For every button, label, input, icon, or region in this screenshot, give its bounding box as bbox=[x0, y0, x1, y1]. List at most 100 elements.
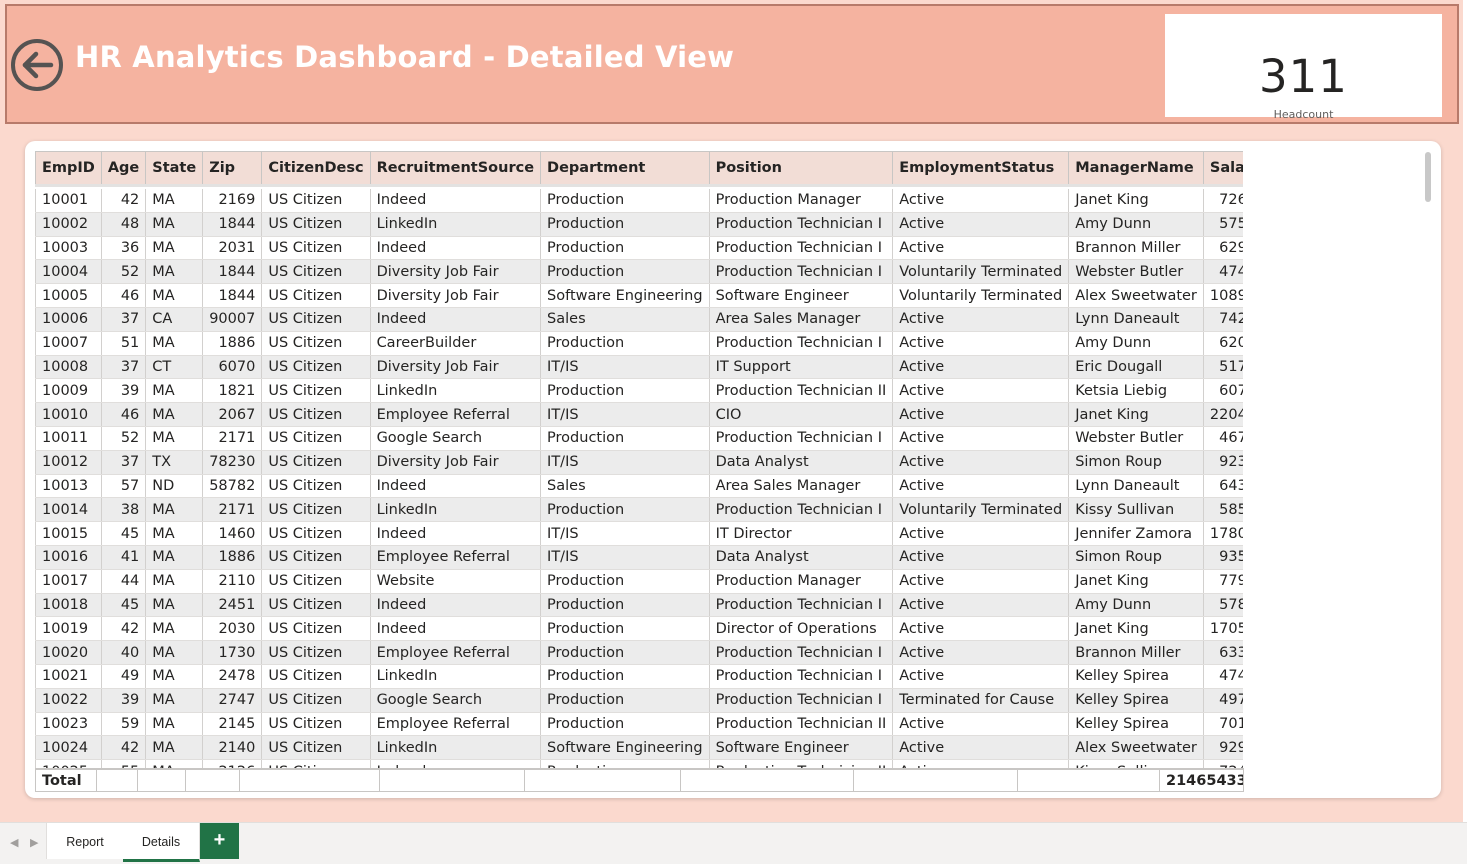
back-button[interactable] bbox=[9, 37, 65, 93]
table-cell: Production bbox=[540, 569, 710, 594]
table-cell: Active bbox=[892, 307, 1070, 332]
table-cell: 47414 bbox=[1202, 664, 1243, 689]
table-cell: Brannon Miller bbox=[1068, 236, 1204, 261]
table-cell: 45 bbox=[100, 521, 147, 546]
vertical-scrollbar[interactable] bbox=[1425, 152, 1431, 202]
table-row[interactable]: 10013 57 ND 58782 US Citizen Indeed Sales Area … bbox=[35, 474, 1243, 499]
table-cell: Google Search bbox=[369, 688, 542, 713]
table-cell: CIO bbox=[708, 402, 894, 427]
table-row[interactable]: 10006 37 CA 90007 US Citizen Indeed Sales Area … bbox=[35, 307, 1243, 332]
table-cell: 2171 bbox=[202, 497, 263, 523]
table-row[interactable]: 10023 59 MA 2145 US Citizen Employee Referral… bbox=[35, 712, 1243, 737]
table-cell: Active bbox=[892, 521, 1070, 546]
table-row[interactable]: 10015 45 MA 1460 US Citizen Indeed IT/IS IT Dir… bbox=[35, 521, 1243, 546]
headcount-card[interactable]: 311 Headcount bbox=[1165, 14, 1442, 121]
table-cell: Production bbox=[540, 640, 710, 665]
table-cell: US Citizen bbox=[261, 450, 371, 475]
table-cell: Indeed bbox=[369, 521, 542, 546]
table-cell: Janet King bbox=[1068, 402, 1204, 427]
column-header[interactable]: CitizenDesc bbox=[261, 151, 371, 187]
table-row[interactable]: 10018 45 MA 2451 US Citizen Indeed Production P… bbox=[35, 593, 1243, 618]
employee-table[interactable]: EmpID Age State Zip CitizenDesc RecruitmentSo… bbox=[35, 151, 1243, 791]
column-header[interactable]: Department bbox=[540, 151, 710, 187]
column-header[interactable]: State bbox=[145, 151, 204, 187]
table-cell: 41 bbox=[100, 545, 147, 570]
table-row[interactable]: 10008 37 CT 6070 US Citizen Diversity Job Fai… bbox=[35, 355, 1243, 380]
table-cell: Brannon Miller bbox=[1068, 640, 1204, 665]
table-cell: US Citizen bbox=[261, 688, 371, 713]
arrow-left-circle-icon bbox=[11, 39, 63, 91]
employee-table-grid: EmpID Age State Zip CitizenDesc RecruitmentSo… bbox=[35, 151, 1243, 791]
table-cell: MA bbox=[145, 212, 204, 237]
table-cell: IT/IS bbox=[540, 521, 710, 546]
table-row[interactable]: 10017 44 MA 2110 US Citizen Website Production… bbox=[35, 569, 1243, 594]
table-cell: Active bbox=[892, 735, 1070, 761]
table-row[interactable]: 10022 39 MA 2747 US Citizen Google Search Prod… bbox=[35, 688, 1243, 713]
table-cell: US Citizen bbox=[261, 664, 371, 689]
table-row[interactable]: 10003 36 MA 2031 US Citizen Indeed Production P… bbox=[35, 236, 1243, 261]
column-header[interactable]: EmpID bbox=[35, 151, 102, 187]
column-header[interactable]: Age bbox=[100, 151, 147, 187]
table-cell: 1886 bbox=[202, 545, 263, 570]
table-cell: CT bbox=[145, 355, 204, 380]
table-cell: Production Technician I bbox=[708, 664, 894, 689]
table-cell: MA bbox=[145, 712, 204, 737]
table-cell: 44 bbox=[100, 569, 147, 594]
table-cell: US Citizen bbox=[261, 189, 371, 213]
column-header[interactable]: RecruitmentSource bbox=[369, 151, 542, 187]
table-cell: 10016 bbox=[35, 545, 102, 570]
column-header[interactable]: Zip bbox=[202, 151, 263, 187]
total-label: Total bbox=[35, 768, 97, 792]
table-row[interactable]: 10007 51 MA 1886 US Citizen CareerBuilder Prod… bbox=[35, 331, 1243, 356]
table-cell: 10017 bbox=[35, 569, 102, 594]
table-row[interactable]: 10001 42 MA 2169 US Citizen Indeed Production P… bbox=[35, 189, 1243, 213]
table-row[interactable]: 10002 48 MA 1844 US Citizen LinkedIn Productio… bbox=[35, 212, 1243, 237]
table-row[interactable]: 10005 46 MA 1844 US Citizen Diversity Job Fai… bbox=[35, 283, 1243, 308]
table-row[interactable]: 10021 49 MA 2478 US Citizen LinkedIn Productio… bbox=[35, 664, 1243, 689]
table-row[interactable]: 10004 52 MA 1844 US Citizen Diversity Job Fai… bbox=[35, 259, 1243, 285]
table-row[interactable]: 10010 46 MA 2067 US Citizen Employee Referral… bbox=[35, 402, 1243, 427]
table-cell: Software Engineering bbox=[540, 735, 710, 761]
table-cell: 178000 bbox=[1202, 521, 1243, 546]
table-cell: 39 bbox=[100, 688, 147, 713]
column-header[interactable]: EmploymentStatus bbox=[892, 151, 1070, 187]
table-row[interactable]: 10014 38 MA 2171 US Citizen LinkedIn Productio… bbox=[35, 497, 1243, 523]
table-cell: 77915 bbox=[1202, 569, 1243, 594]
table-row[interactable]: 10016 41 MA 1886 US Citizen Employee Referral… bbox=[35, 545, 1243, 570]
tab-details[interactable]: Details bbox=[123, 823, 200, 862]
table-row[interactable]: 10012 37 TX 78230 US Citizen Diversity Job Fa… bbox=[35, 450, 1243, 475]
table-row[interactable]: 10011 52 MA 2171 US Citizen Google Search Prod… bbox=[35, 426, 1243, 451]
table-cell: Voluntarily Terminated bbox=[892, 497, 1070, 523]
table-cell: Production Technician I bbox=[708, 212, 894, 237]
table-cell: 10024 bbox=[35, 735, 102, 761]
table-row[interactable]: 10024 42 MA 2140 US Citizen LinkedIn Software … bbox=[35, 735, 1243, 761]
table-cell: 10009 bbox=[35, 378, 102, 404]
table-cell: Active bbox=[892, 378, 1070, 404]
table-cell: 46 bbox=[100, 283, 147, 308]
table-cell: 2171 bbox=[202, 426, 263, 451]
table-cell: Indeed bbox=[369, 236, 542, 261]
add-page-button[interactable]: + bbox=[200, 823, 239, 859]
table-cell: Janet King bbox=[1068, 189, 1204, 213]
table-cell: Production bbox=[540, 664, 710, 689]
table-row[interactable]: 10019 42 MA 2030 US Citizen Indeed Production D… bbox=[35, 616, 1243, 642]
table-cell: US Citizen bbox=[261, 474, 371, 499]
table-cell: MA bbox=[145, 569, 204, 594]
table-cell: US Citizen bbox=[261, 236, 371, 261]
table-cell: Voluntarily Terminated bbox=[892, 259, 1070, 285]
column-header[interactable]: Salary bbox=[1202, 151, 1243, 187]
chevron-right-icon[interactable]: ▶ bbox=[30, 836, 38, 849]
chevron-left-icon[interactable]: ◀ bbox=[10, 836, 18, 849]
column-header[interactable]: ManagerName bbox=[1068, 151, 1204, 187]
column-header[interactable]: Position bbox=[708, 151, 894, 187]
table-cell: 2169 bbox=[202, 189, 263, 213]
table-cell: 2110 bbox=[202, 569, 263, 594]
tab-report[interactable]: Report bbox=[46, 823, 124, 859]
table-cell: 10019 bbox=[35, 616, 102, 642]
table-row[interactable]: 10020 40 MA 1730 US Citizen Employee Referral… bbox=[35, 640, 1243, 665]
table-cell: Kissy Sullivan bbox=[1068, 497, 1204, 523]
table-cell: Kelley Spirea bbox=[1068, 688, 1204, 713]
table-cell: Indeed bbox=[369, 616, 542, 642]
table-row[interactable]: 10009 39 MA 1821 US Citizen LinkedIn Productio… bbox=[35, 378, 1243, 404]
table-cell: Production bbox=[540, 712, 710, 737]
